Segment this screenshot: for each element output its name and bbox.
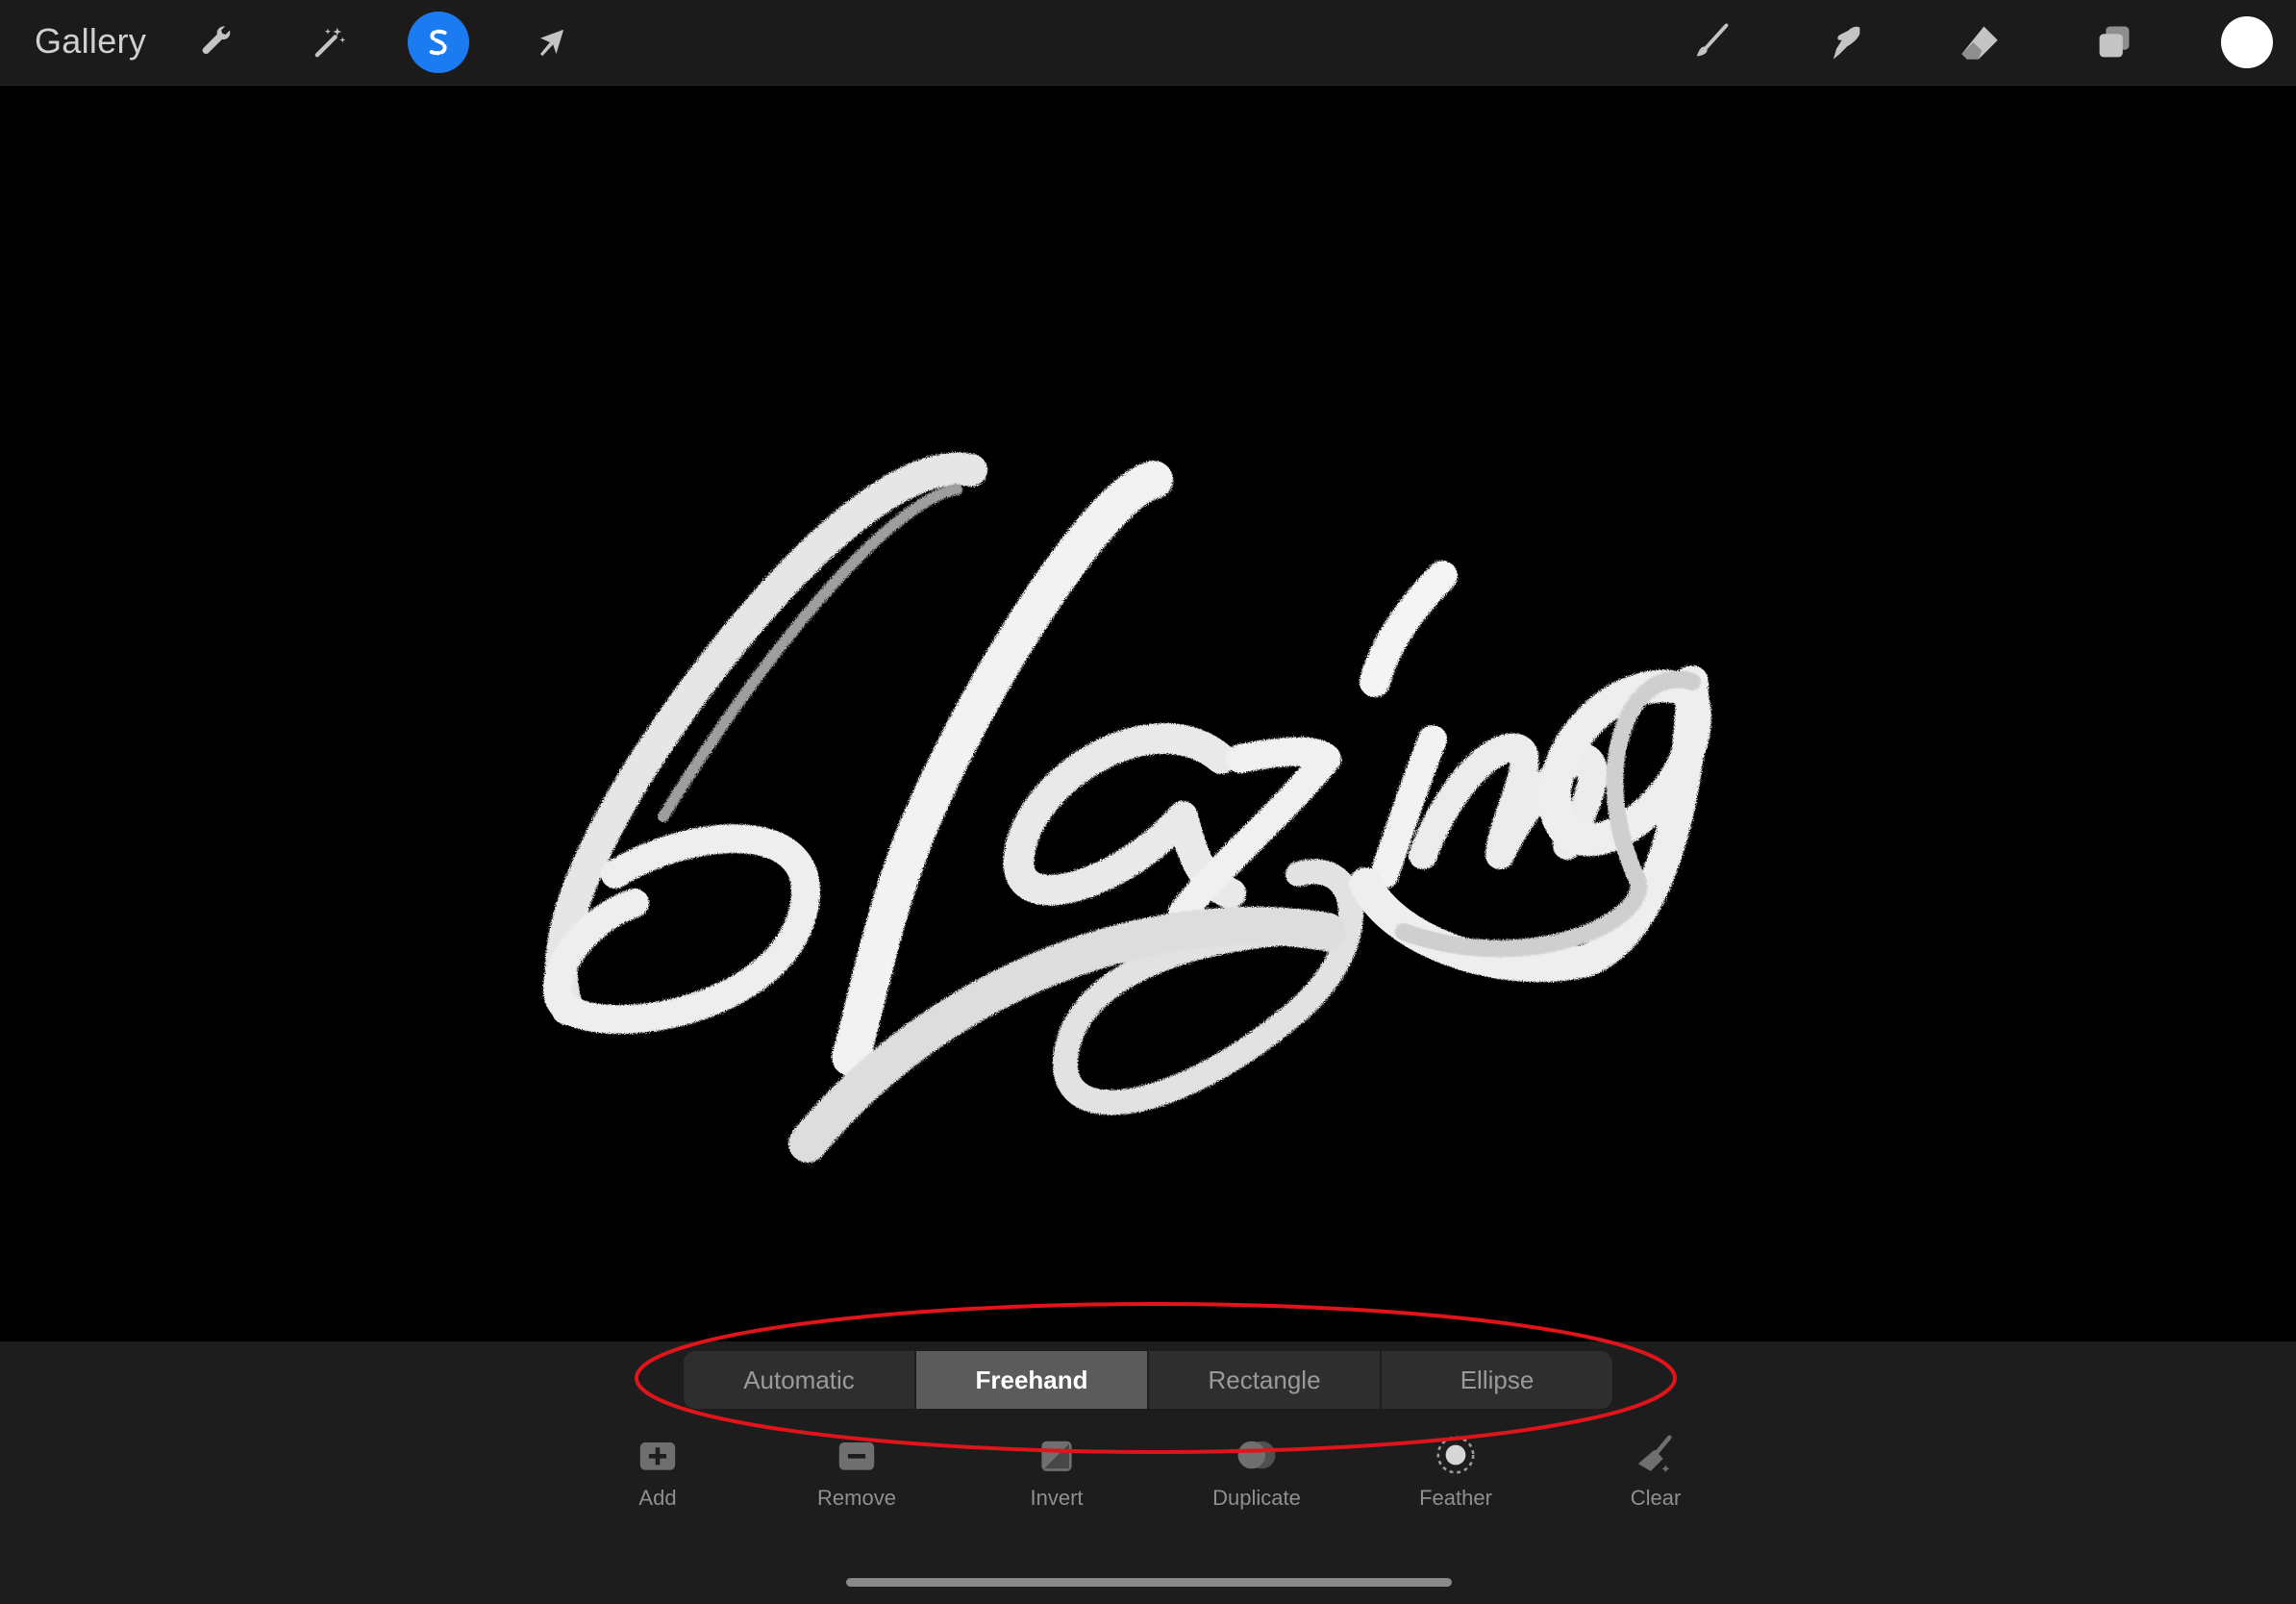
- duplicate-button[interactable]: Duplicate: [1180, 1428, 1334, 1524]
- add-label: Add: [638, 1486, 677, 1510]
- invert-label: Invert: [1030, 1486, 1084, 1510]
- selection-mode-segmented-control: Automatic Freehand Rectangle Ellipse: [684, 1351, 1612, 1409]
- clear-button[interactable]: Clear: [1579, 1428, 1733, 1524]
- mode-ellipse[interactable]: Ellipse: [1382, 1351, 1612, 1409]
- remove-label: Remove: [817, 1486, 896, 1510]
- feather-label: Feather: [1419, 1486, 1492, 1510]
- selection-actions: Add Remove Invert Duplicate Feather Clea…: [538, 1428, 1758, 1524]
- color-swatch[interactable]: [2221, 16, 2273, 68]
- add-button[interactable]: Add: [581, 1428, 735, 1524]
- mode-freehand[interactable]: Freehand: [916, 1351, 1149, 1409]
- selection-s-icon[interactable]: [408, 12, 469, 73]
- invert-icon: [1030, 1428, 1084, 1482]
- mode-automatic[interactable]: Automatic: [684, 1351, 916, 1409]
- paintbrush-icon[interactable]: [1683, 14, 1738, 70]
- remove-button[interactable]: Remove: [780, 1428, 934, 1524]
- feather-icon: [1429, 1428, 1483, 1482]
- wrench-icon[interactable]: [188, 14, 244, 70]
- smudge-finger-icon[interactable]: [1818, 14, 1874, 70]
- gallery-button[interactable]: Gallery: [35, 21, 146, 62]
- selection-toolbar: Automatic Freehand Rectangle Ellipse Add…: [0, 1341, 2296, 1604]
- top-toolbar: Gallery: [0, 0, 2296, 86]
- duplicate-icon: [1230, 1428, 1284, 1482]
- mode-rectangle[interactable]: Rectangle: [1149, 1351, 1382, 1409]
- duplicate-label: Duplicate: [1212, 1486, 1301, 1510]
- clear-broom-icon: [1629, 1428, 1683, 1482]
- invert-button[interactable]: Invert: [980, 1428, 1134, 1524]
- home-indicator: [846, 1578, 1452, 1587]
- arrow-cursor-icon[interactable]: [523, 14, 579, 70]
- drawing-canvas[interactable]: [0, 86, 2296, 1341]
- remove-square-icon: [830, 1428, 884, 1482]
- magic-wand-icon[interactable]: [301, 14, 357, 70]
- blazing-lettering-artwork: [542, 452, 1711, 1163]
- clear-label: Clear: [1630, 1486, 1682, 1510]
- feather-button[interactable]: Feather: [1379, 1428, 1533, 1524]
- add-square-icon: [631, 1428, 685, 1482]
- eraser-icon[interactable]: [1952, 14, 2008, 70]
- layers-icon[interactable]: [2086, 14, 2142, 70]
